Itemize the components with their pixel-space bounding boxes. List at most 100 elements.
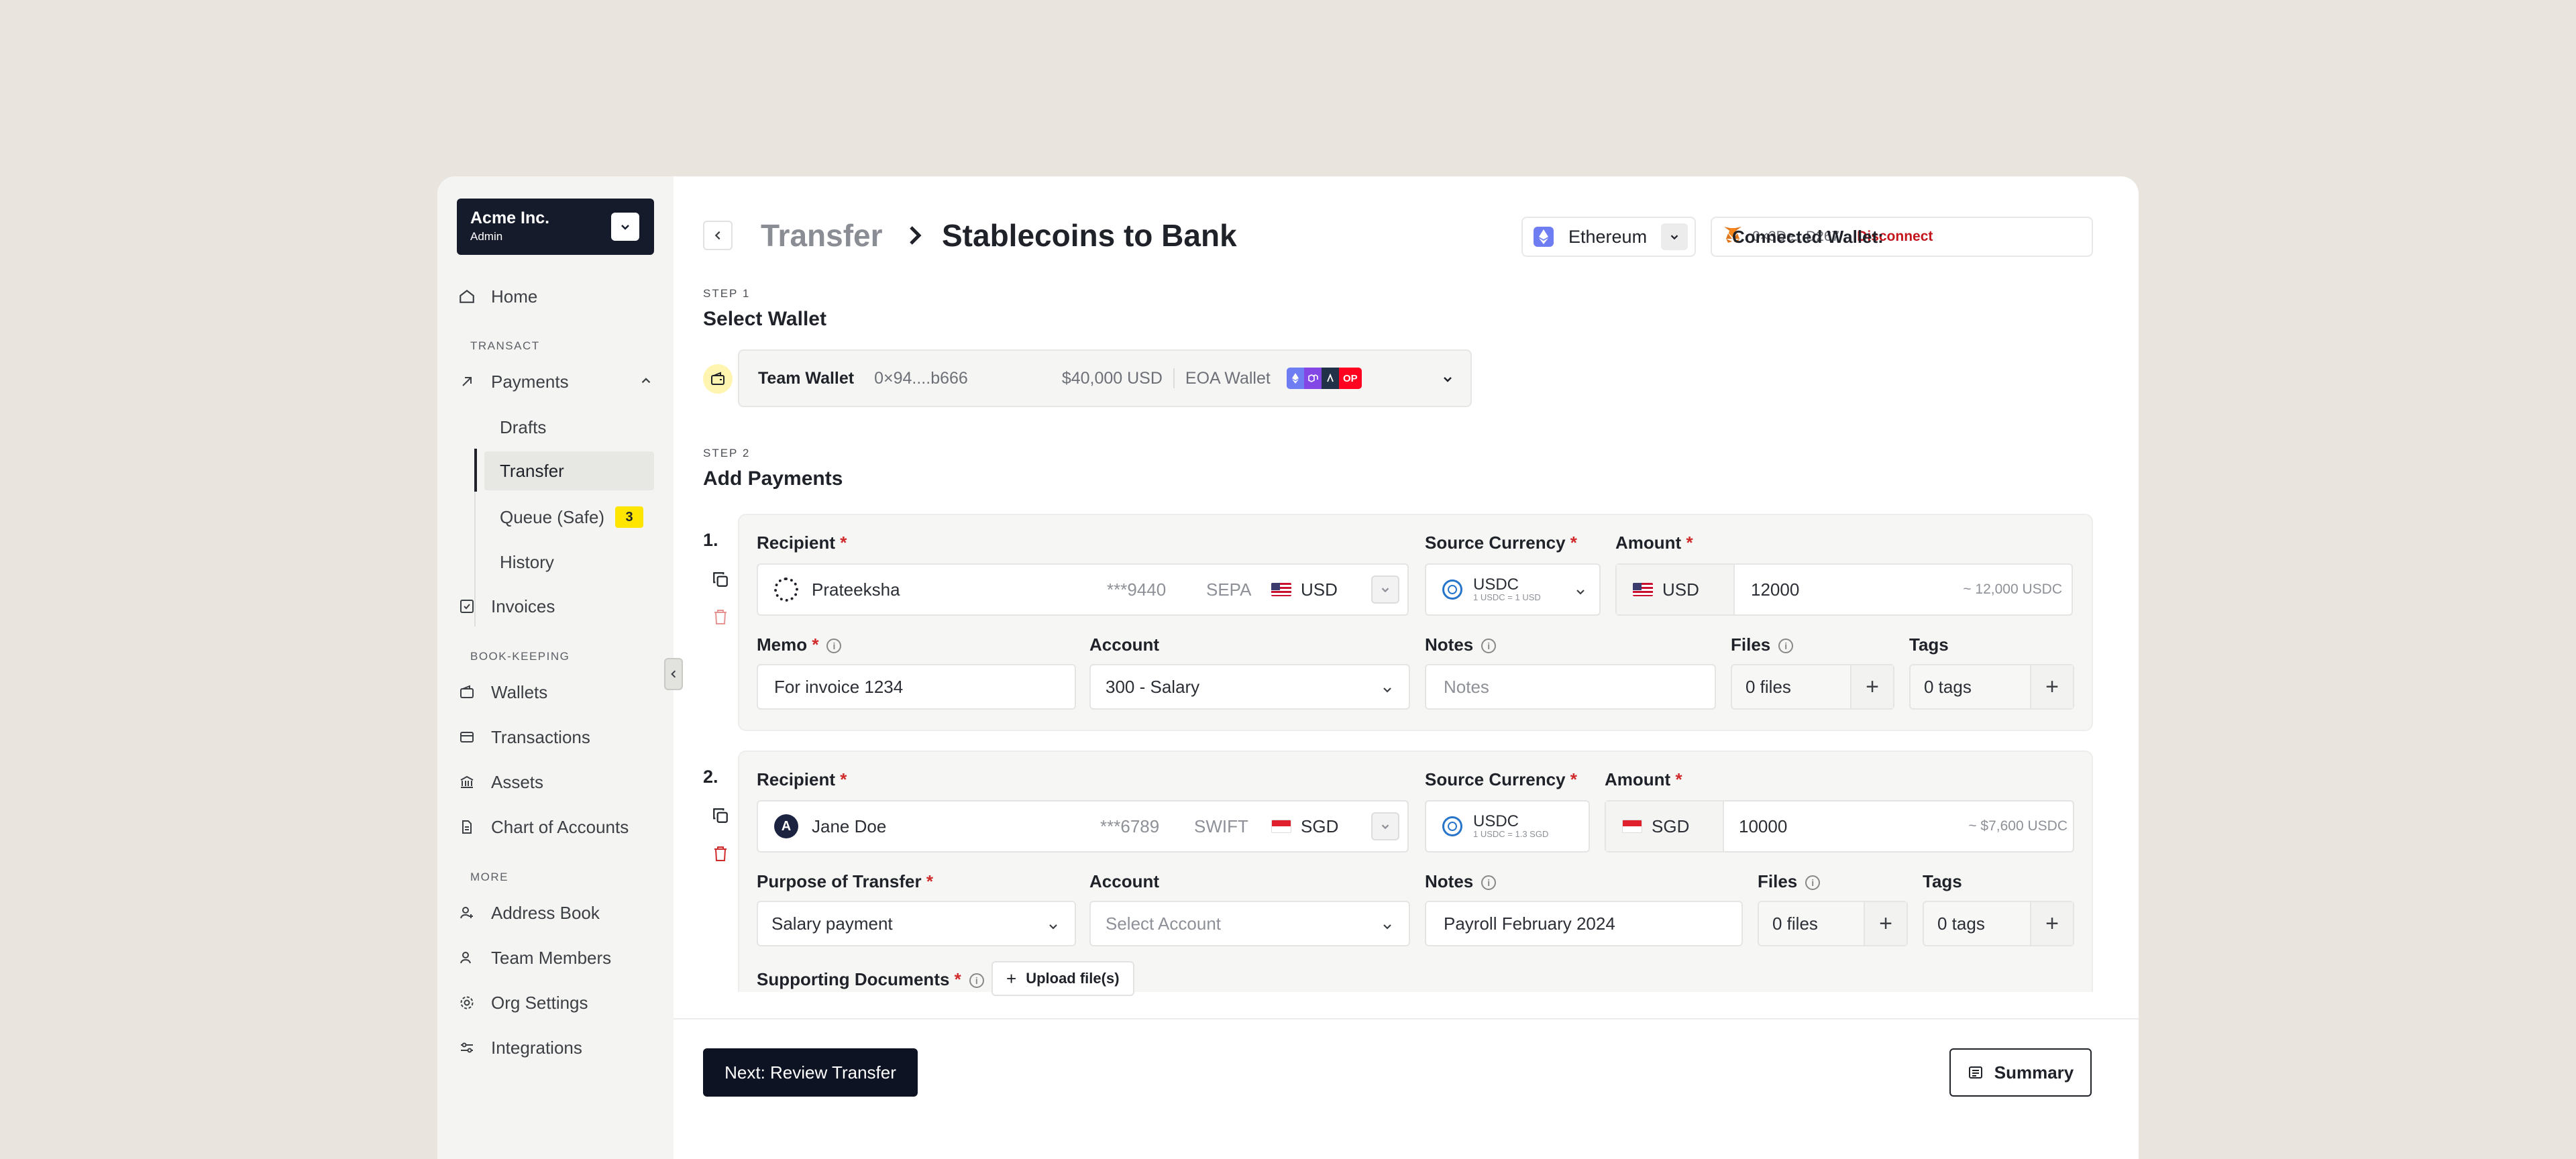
sliders-icon [458,1038,476,1057]
chevron-down-icon[interactable] [1371,575,1399,604]
submenu-active-indicator [474,449,477,492]
info-icon: i [1778,639,1794,654]
tags-label: Tags [1923,871,1962,891]
amount-field[interactable]: SGD 10000 ~ $7,600 USDC [1605,800,2074,852]
amount-field[interactable]: USD 12000 ~ 12,000 USDC [1615,563,2073,616]
amount-input[interactable]: 10000 [1739,816,1787,837]
section-transact: TRANSACT [470,339,540,352]
memo-input[interactable]: For invoice 1234 [757,664,1076,710]
chevron-left-icon [714,231,720,240]
amount-estimate: ~ 12,000 USDC [1963,582,2062,597]
recipient-select[interactable]: A Jane Doe ***6789 SWIFT SGD [757,800,1409,852]
purpose-label: Purpose of Transfer * [757,871,933,891]
sidebar-item-wallets[interactable]: Wallets [458,673,547,711]
next-review-transfer-button[interactable]: Next: Review Transfer [703,1048,918,1097]
recipient-select[interactable]: Prateeksha ***9440 SEPA USD [757,563,1409,616]
chevron-down-icon[interactable] [1371,812,1399,840]
plus-icon: + [1006,968,1017,989]
sidebar-item-team-members[interactable]: Team Members [458,939,611,977]
chevron-up-icon[interactable] [639,372,653,392]
amount-currency-select[interactable]: SGD [1606,802,1724,851]
sidebar-item-transactions[interactable]: Transactions [458,718,590,756]
summary-button[interactable]: Summary [1949,1048,2092,1097]
sidebar-item-drafts[interactable]: Drafts [484,408,654,447]
transactions-icon [458,728,476,747]
sidebar-item-transfer[interactable]: Transfer [484,451,654,490]
recipient-name: Jane Doe [812,816,887,836]
sidebar-item-assets[interactable]: Assets [458,763,543,801]
payment-card-2: Recipient * A Jane Doe ***6789 SWIFT SGD… [738,751,2093,996]
network-name: Ethereum [1568,226,1648,247]
sidebar-item-queue[interactable]: Queue (Safe) 3 [484,498,654,537]
purpose-select[interactable]: Salary payment [757,901,1076,946]
sidebar-item-label: Chart of Accounts [491,816,629,837]
amount-input[interactable]: 12000 [1751,580,1799,600]
tags-field: 0 tags + [1909,664,2074,710]
payment-number: 1. [703,530,718,550]
bank-icon [458,773,476,791]
org-switcher[interactable]: Acme Inc. Admin [457,199,654,255]
wallet-type: EOA Wallet [1185,368,1271,388]
amount-label: Amount * [1605,769,1682,789]
network-selector[interactable]: Ethereum [1521,217,1696,257]
duplicate-icon[interactable] [710,806,731,826]
recipient-avatar [774,577,798,602]
memo-label: Memo * i [757,634,842,655]
add-tag-button[interactable]: + [2030,665,2073,708]
sidebar-item-label: Integrations [491,1037,582,1058]
recipient-avatar: A [774,814,798,838]
account-select[interactable]: 300 - Salary [1089,664,1410,710]
add-tag-button[interactable]: + [2030,902,2073,945]
us-flag-icon [1633,583,1653,596]
account-label: Account [1089,871,1159,891]
upload-files-button[interactable]: + Upload file(s) [991,961,1134,996]
add-file-button[interactable]: + [1850,665,1893,708]
duplicate-icon[interactable] [710,569,731,590]
sidebar-collapse-button[interactable] [664,658,683,690]
info-icon: i [1481,875,1497,891]
source-currency: USDC [1473,812,1519,830]
amount-currency-select[interactable]: USD [1617,565,1735,614]
sidebar-item-integrations[interactable]: Integrations [458,1029,582,1066]
source-currency-select[interactable]: USDC 1 USDC = 1.3 SGD [1425,800,1590,852]
chevron-down-icon[interactable] [1433,364,1462,394]
info-icon: i [1481,639,1497,654]
back-button[interactable] [703,221,733,250]
breadcrumb-parent[interactable]: Transfer [761,215,883,256]
tags-label: Tags [1909,634,1949,655]
trash-icon[interactable] [710,607,731,627]
sidebar-item-address-book[interactable]: Address Book [458,894,600,932]
account-select[interactable]: Select Account [1089,901,1410,946]
footer-bar: Next: Review Transfer Summary [674,1018,2139,1159]
info-icon: i [826,639,842,654]
chevron-down-icon[interactable] [1574,582,1587,603]
tags-count: 0 tags [1937,913,1985,934]
checkbox-icon [458,597,476,616]
divider [1173,368,1175,388]
notes-input[interactable]: Notes [1425,664,1716,710]
recipient-name: Prateeksha [812,579,900,600]
usdc-icon [1442,816,1462,836]
sidebar-item-history[interactable]: History [484,543,654,582]
notes-input[interactable]: Payroll February 2024 [1425,901,1743,946]
wallet-selector[interactable]: Team Wallet 0×94....b666 $40,000 USD EOA… [738,349,1472,407]
trash-icon[interactable] [710,844,731,864]
sidebar-item-invoices[interactable]: Invoices [458,588,555,625]
sidebar-item-org-settings[interactable]: Org Settings [458,984,588,1022]
sidebar-item-payments[interactable]: Payments [458,363,653,400]
chevron-down-icon [1381,680,1394,701]
add-file-button[interactable]: + [1864,902,1907,945]
app-window: Acme Inc. Admin Home TRANSACT Payments D… [437,176,2139,1159]
wallet-name: Team Wallet [758,368,855,388]
polygon-chip-icon [1303,368,1322,389]
sidebar-item-home[interactable]: Home [458,278,537,315]
source-currency-select[interactable]: USDC 1 USDC = 1 USD [1425,563,1601,616]
tags-count: 0 tags [1924,676,1972,697]
chevron-down-icon[interactable] [1661,223,1688,250]
sidebar-item-label: Wallets [491,681,548,702]
ethereum-icon [1534,227,1554,247]
sidebar-item-chart-of-accounts[interactable]: Chart of Accounts [458,808,629,846]
account-label: Account [1089,634,1159,655]
chevron-down-icon [1381,917,1394,938]
chevron-down-icon[interactable] [611,213,639,241]
